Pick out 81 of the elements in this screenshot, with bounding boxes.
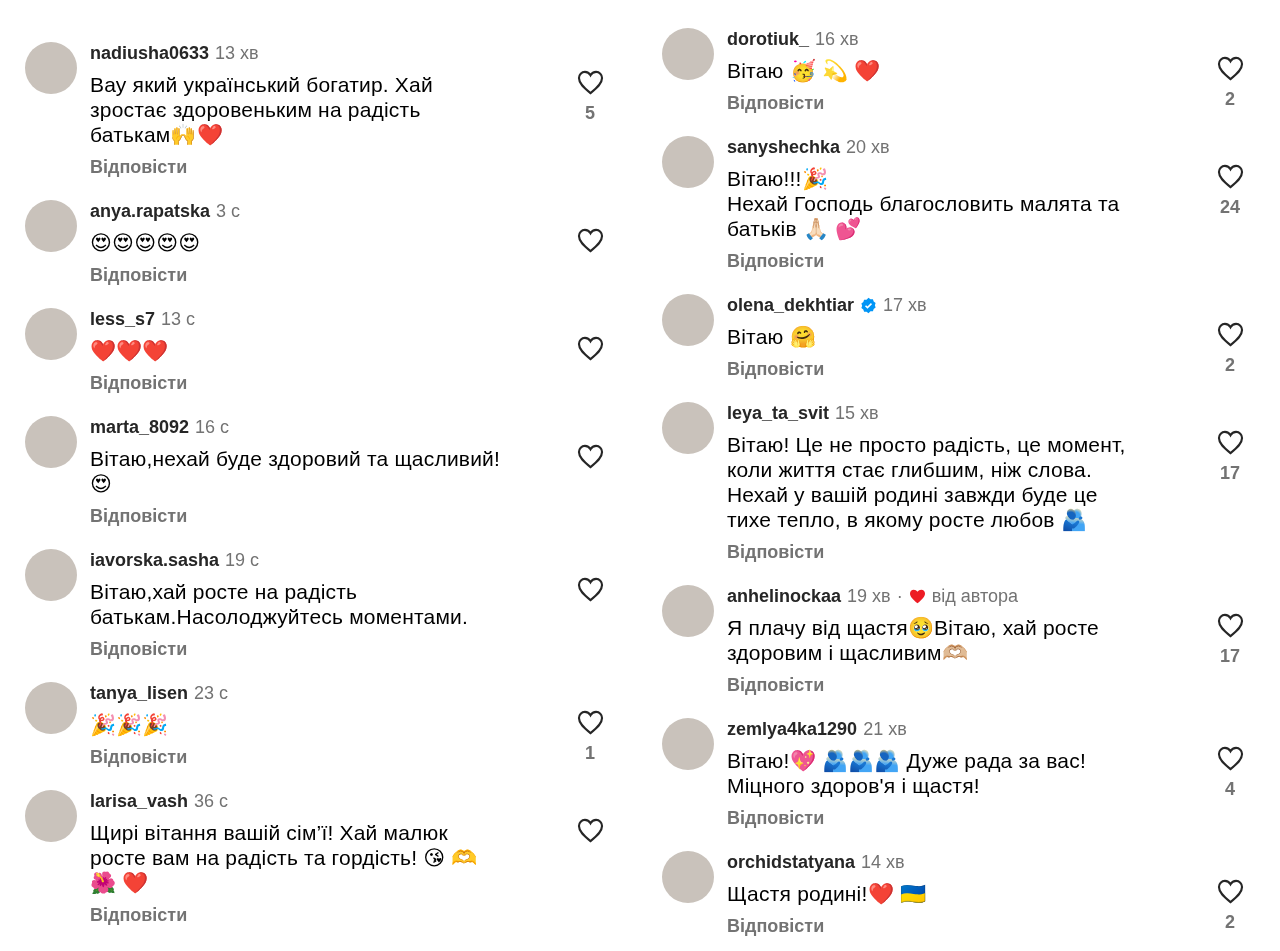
comment-time: 13 с	[161, 308, 196, 330]
heart-icon[interactable]	[1216, 56, 1244, 81]
like-count: 4	[1225, 779, 1235, 800]
separator-dot: ·	[896, 585, 903, 607]
comment-time: 20 хв	[846, 136, 890, 158]
comment-time: 15 хв	[835, 402, 879, 424]
reply-link[interactable]: Відповісти	[90, 264, 188, 286]
comment-text: Щирі вітання вашій сім’ї! Хай малюк росте вам на радість та гордість! 😘 🫶 🌺 ❤	[90, 820, 479, 895]
like-count: 17	[1220, 463, 1240, 484]
reply-link[interactable]: Відповісти	[727, 674, 825, 696]
reply-link[interactable]: Відповісти	[727, 915, 825, 937]
comment-time: 21 хв	[863, 718, 907, 740]
heart-icon[interactable]	[1216, 322, 1244, 347]
comment-time: 14 хв	[861, 851, 905, 873]
username[interactable]: less_s7	[90, 308, 156, 330]
comment-text: Вітаю! Це не просто радість, це момент, коли життя стає глибшим, ніж слова. Нехай у вашій родині завжди буде це тихе тепло, в якому росте любов 🫂	[727, 432, 1127, 532]
comment-text: 😍😍😍😍😍	[90, 230, 202, 255]
comment-text: Вітаю!💖 🫂🫂🫂 Дуже рада за вас! Міцного здоров'я і щастя!	[727, 748, 1087, 798]
comment-text: Вау який український богатир. Хай зростає здоровеньким на радість батькам🙌❤	[90, 72, 434, 147]
like-count: 24	[1220, 197, 1240, 218]
reply-link[interactable]: Відповісти	[90, 156, 188, 178]
username[interactable]: larisa_vash	[90, 790, 189, 812]
username[interactable]: sanyshechka	[727, 136, 841, 158]
username[interactable]: anhelinockaa	[727, 585, 842, 607]
reply-link[interactable]: Відповісти	[727, 807, 825, 829]
liked-by-author-label: від автора	[931, 585, 1018, 607]
heart-icon[interactable]	[1216, 164, 1244, 189]
username[interactable]: tanya_lisen	[90, 682, 189, 704]
comment-time: 3 с	[216, 200, 241, 222]
username[interactable]: olena_dekhtiar	[727, 294, 855, 316]
comment-time: 13 хв	[215, 42, 259, 64]
username[interactable]: leya_ta_svit	[727, 402, 830, 424]
reply-link[interactable]: Відповісти	[90, 904, 188, 926]
username[interactable]: dorotiuk_	[727, 28, 809, 50]
like-count: 1	[585, 743, 595, 764]
username[interactable]: marta_8092	[90, 416, 190, 438]
heart-icon[interactable]	[1216, 746, 1244, 771]
comment-time: 36 с	[194, 790, 229, 812]
heart-icon[interactable]	[576, 818, 604, 843]
reply-link[interactable]: Відповісти	[727, 358, 825, 380]
reply-link[interactable]: Відповісти	[90, 372, 188, 394]
username[interactable]: anya.rapatska	[90, 200, 211, 222]
heart-icon[interactable]	[1216, 613, 1244, 638]
heart-icon[interactable]	[1216, 430, 1244, 455]
comment-time: 19 с	[225, 549, 260, 571]
heart-icon[interactable]	[576, 444, 604, 469]
heart-icon[interactable]	[576, 577, 604, 602]
username[interactable]: iavorska.sasha	[90, 549, 220, 571]
username[interactable]: zemlya4ka1290	[727, 718, 858, 740]
comment-text: Вітаю 🤗	[727, 324, 817, 349]
comment-time: 17 хв	[883, 294, 927, 316]
comment-text: Вітаю!!!🎉 Нехай Господь благословить малята та батьків 🙏🏻 💕	[727, 166, 1121, 241]
like-count: 2	[1225, 89, 1235, 110]
comment-time: 16 хв	[815, 28, 859, 50]
like-count: 5	[585, 103, 595, 124]
reply-link[interactable]: Відповісти	[90, 638, 188, 660]
heart-icon[interactable]	[576, 228, 604, 253]
comment-text: ❤❤❤	[90, 338, 170, 363]
username[interactable]: nadiusha0633	[90, 42, 210, 64]
heart-icon[interactable]	[576, 70, 604, 95]
like-count: 17	[1220, 646, 1240, 667]
comment-time: 19 хв	[847, 585, 891, 607]
username[interactable]: orchidstatyana	[727, 851, 856, 873]
reply-link[interactable]: Відповісти	[90, 746, 188, 768]
comment-time: 16 с	[195, 416, 230, 438]
reply-link[interactable]: Відповісти	[727, 541, 825, 563]
reply-link[interactable]: Відповісти	[90, 505, 188, 527]
like-count: 2	[1225, 912, 1235, 933]
comment-text: Щастя родині!❤ 🇺🇦	[727, 881, 927, 906]
heart-icon[interactable]	[576, 336, 604, 361]
comment-time: 23 с	[194, 682, 229, 704]
heart-icon[interactable]	[1216, 879, 1244, 904]
comment-text: Я плачу від щастя🥹Вітаю, хай росте здоровим і щасливим🫶🏼	[727, 615, 1100, 665]
like-count: 2	[1225, 355, 1235, 376]
reply-link[interactable]: Відповісти	[727, 92, 825, 114]
heart-icon[interactable]	[576, 710, 604, 735]
comment-text: 🎉🎉🎉	[90, 712, 170, 737]
comment-text: Вітаю 🥳 💫 ❤	[727, 58, 882, 83]
comment-text: Вітаю,нехай буде здоровий та щасливий! 😍	[90, 446, 502, 496]
reply-link[interactable]: Відповісти	[727, 250, 825, 272]
comment-text: Вітаю,хай росте на радість батькам.Насолоджуйтесь моментами.	[90, 579, 470, 629]
